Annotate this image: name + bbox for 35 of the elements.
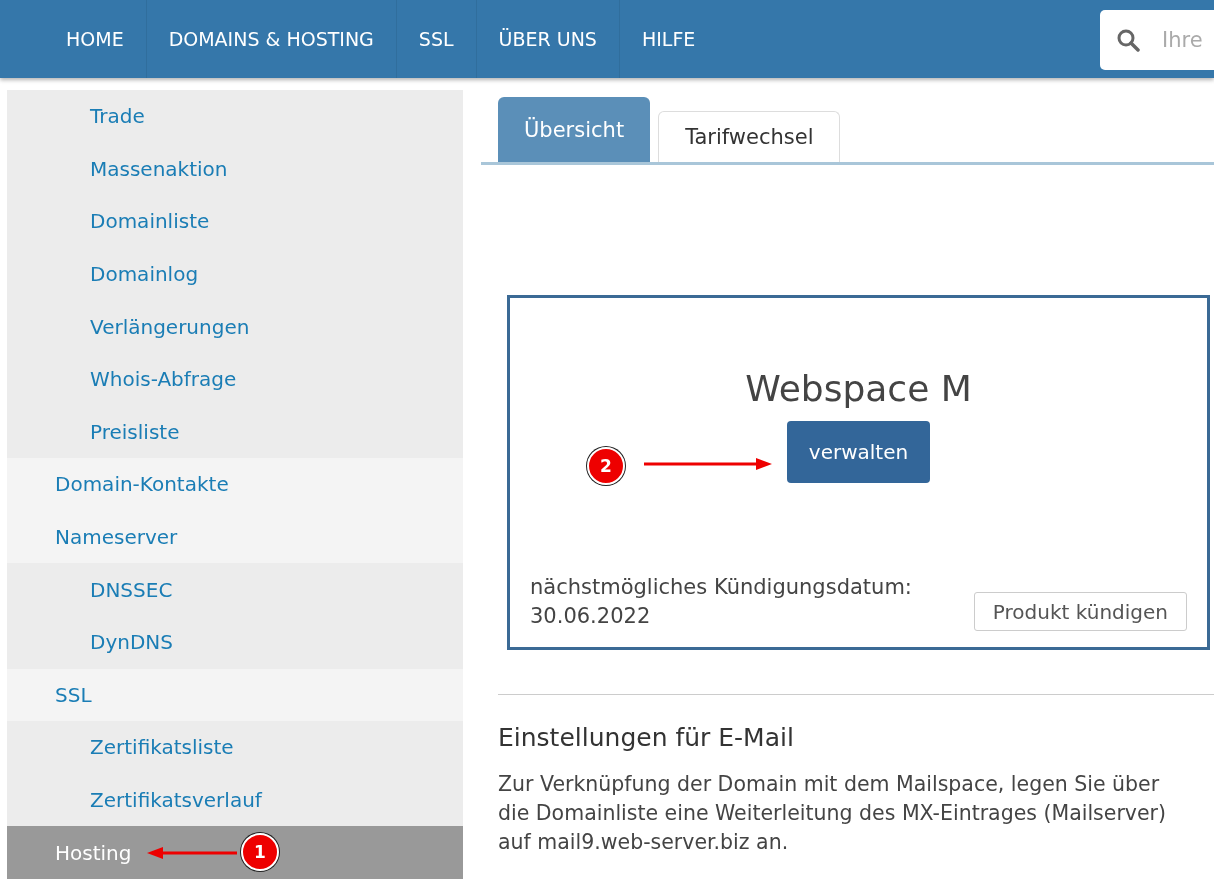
sidebar-item[interactable]: Domainlog [7, 247, 463, 301]
cancel-date-label: nächstmögliches Kündigungsdatum: [530, 574, 912, 601]
sidebar-item[interactable]: Zertifikatsverlauf [7, 773, 463, 827]
sidebar-item[interactable]: Preisliste [7, 405, 463, 459]
tab[interactable]: Übersicht [498, 97, 651, 162]
nav-link[interactable]: ÜBER UNS [476, 0, 620, 78]
sidebar-item[interactable]: Massenaktion [7, 142, 463, 196]
arrow-icon [644, 457, 772, 471]
sidebar-item[interactable]: Nameserver [7, 510, 463, 564]
email-info-text: Zur Verknüpfung der Domain mit dem Mailspace, legen Sie über die Domainliste eine Weiterleitung des MX-Eintrages (Mailserver) auf mail9.web-server.biz an. [498, 771, 1167, 856]
cancel-date: 30.06.2022 [530, 603, 652, 630]
nav-link[interactable]: HILFE [619, 0, 718, 78]
sidebar-item[interactable]: DNSSEC [7, 563, 463, 616]
section-heading: Einstellungen für E-Mail [498, 723, 795, 752]
sidebar-item[interactable]: SSL [7, 668, 463, 722]
sidebar-item[interactable]: Whois-Abfrage [7, 352, 463, 406]
sidebar-item[interactable]: Trade [7, 90, 463, 143]
sidebar-item[interactable]: Domain-Kontakte [7, 458, 463, 511]
step-number: 1 [241, 833, 279, 872]
sidebar-item[interactable]: DynDNS [7, 615, 463, 669]
tab[interactable]: Tarifwechsel [658, 111, 841, 162]
nav-link[interactable]: HOME [44, 0, 147, 78]
sidebar-item[interactable]: Hosting 1 [7, 826, 463, 879]
sidebar-item[interactable]: Zertifikatsliste [7, 721, 463, 774]
nav-link[interactable]: DOMAINS & HOSTING [146, 0, 397, 78]
cancel-product-button[interactable]: Produkt kündigen [973, 592, 1187, 631]
sidebar-item[interactable]: Verlängerungen [7, 300, 463, 353]
search-field[interactable]: Ihre [1100, 10, 1214, 70]
sidebar-item[interactable]: Domainliste [7, 195, 463, 248]
product-title: Webspace M [745, 368, 972, 409]
search-icon [1116, 28, 1140, 52]
step-number: 2 [587, 447, 625, 485]
manage-button[interactable]: verwalten [786, 421, 931, 483]
arrow-icon [147, 846, 237, 861]
nav-link[interactable]: SSL [396, 0, 477, 78]
